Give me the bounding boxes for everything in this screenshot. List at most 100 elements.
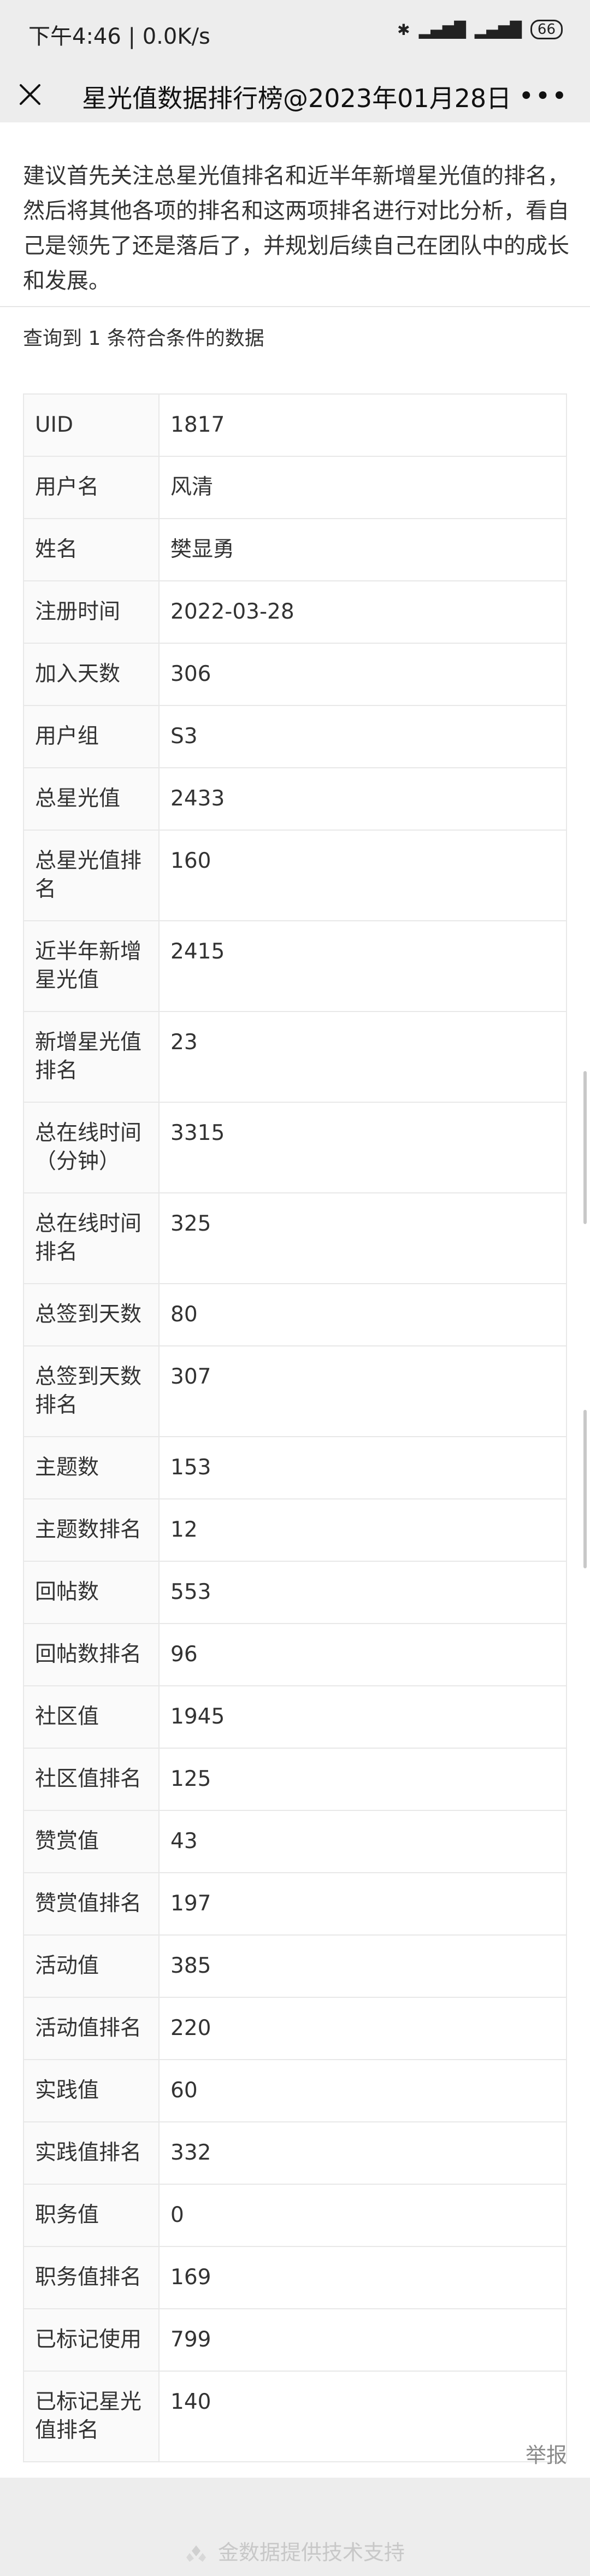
row-value: 2415 (158, 920, 567, 1012)
page-title: 星光值数据排行榜@2023年01月28日 (82, 84, 512, 113)
row-key: 实践值排名 (23, 2121, 160, 2185)
row-value: 3315 (158, 1102, 567, 1193)
row-key: 赞赏值排名 (23, 1872, 160, 1936)
row-value: 197 (158, 1872, 567, 1936)
scrollbar[interactable] (583, 1071, 587, 1224)
table-row: 赞赏值排名 197 (23, 1872, 567, 1936)
table-row: 职务值 0 (23, 2184, 567, 2247)
scrollbar[interactable] (583, 1410, 587, 1568)
table-row: 回帖数 553 (23, 1561, 567, 1624)
row-key: 近半年新增星光值 (23, 920, 160, 1012)
row-key: 总星光值排名 (23, 830, 160, 921)
table-row: 总签到天数排名 307 (23, 1345, 567, 1437)
row-value: 332 (158, 2121, 567, 2185)
row-key: 回帖数 (23, 1561, 160, 1624)
row-key: 实践值 (23, 2059, 160, 2122)
jinshuju-logo-icon (186, 2545, 206, 2562)
row-key: 加入天数 (23, 643, 160, 706)
row-value: 553 (158, 1561, 567, 1624)
table-row: 新增星光值排名 23 (23, 1011, 567, 1103)
row-value: 140 (158, 2371, 567, 2462)
row-value: 307 (158, 1345, 567, 1437)
row-value: 1817 (158, 393, 567, 457)
row-key: 用户名 (23, 456, 160, 519)
row-value: 160 (158, 830, 567, 921)
row-key: 新增星光值排名 (23, 1011, 160, 1103)
row-value: 风清 (158, 456, 567, 519)
query-result-count: 查询到 1 条符合条件的数据 (23, 327, 264, 350)
row-value: 2022-03-28 (158, 580, 567, 644)
battery-indicator: 66 (530, 20, 563, 39)
table-row: 总星光值 2433 (23, 767, 567, 831)
row-value: 1945 (158, 1685, 567, 1749)
table-row: 实践值 60 (23, 2059, 567, 2122)
table-row: 赞赏值 43 (23, 1810, 567, 1873)
table-row: 职务值排名 169 (23, 2246, 567, 2309)
result-table: UID 1817 用户名 风清 姓名 樊显勇 注册时间 2022-03-28 加入天数 306 用户… (23, 393, 567, 2462)
row-key: 总在线时间（分钟） (23, 1102, 160, 1193)
table-row: 主题数 153 (23, 1436, 567, 1499)
table-row: 注册时间 2022-03-28 (23, 580, 567, 644)
row-key: 主题数排名 (23, 1498, 160, 1562)
table-row: 姓名 樊显勇 (23, 518, 567, 581)
row-value: 樊显勇 (158, 518, 567, 581)
row-key: 用户组 (23, 705, 160, 768)
row-value: 306 (158, 643, 567, 706)
table-row: 加入天数 306 (23, 643, 567, 706)
table-row: 用户名 风清 (23, 456, 567, 519)
footer-text: 金数据提供技术支持 (218, 2540, 405, 2565)
table-row: 主题数排名 12 (23, 1498, 567, 1562)
table-row: 实践值排名 332 (23, 2121, 567, 2185)
table-row: 社区值排名 125 (23, 1748, 567, 1811)
table-row: 社区值 1945 (23, 1685, 567, 1749)
more-icon[interactable]: ••• (518, 81, 568, 111)
row-value: 125 (158, 1748, 567, 1811)
row-key: 姓名 (23, 518, 160, 581)
row-value: 169 (158, 2246, 567, 2309)
status-time: 下午4:46 | 0.0K/s (28, 24, 210, 49)
row-key: 活动值排名 (23, 1997, 160, 2060)
footer-credit: 金数据提供技术支持 (0, 2536, 590, 2566)
row-key: 活动值 (23, 1934, 160, 1998)
table-row: UID 1817 (23, 393, 567, 457)
row-value: 220 (158, 1997, 567, 2060)
table-row: 活动值 385 (23, 1934, 567, 1998)
table-row: 总在线时间排名 325 (23, 1192, 567, 1284)
row-key: 已标记星光值排名 (23, 2371, 160, 2462)
tip-text: 建议首先关注总星光值排名和近半年新增星光值的排名，然后将其他各项的排名和这两项排… (23, 163, 569, 293)
row-value: 385 (158, 1934, 567, 1998)
nav-bar: 星光值数据排行榜@2023年01月28日 ••• (0, 68, 590, 122)
row-key: 职务值排名 (23, 2246, 160, 2309)
table-row: 总签到天数 80 (23, 1283, 567, 1346)
row-key: 注册时间 (23, 580, 160, 644)
table-row: 已标记星光值排名 140 (23, 2371, 567, 2462)
table-row: 用户组 S3 (23, 705, 567, 768)
row-key: 社区值排名 (23, 1748, 160, 1811)
row-value: 799 (158, 2308, 567, 2372)
row-key: 主题数 (23, 1436, 160, 1499)
row-value: 325 (158, 1192, 567, 1284)
row-value: 60 (158, 2059, 567, 2122)
divider (0, 306, 590, 307)
row-key: 回帖数排名 (23, 1623, 160, 1686)
table-row: 近半年新增星光值 2415 (23, 920, 567, 1012)
row-value: 23 (158, 1011, 567, 1103)
table-row: 活动值排名 220 (23, 1997, 567, 2060)
table-row: 已标记使用 799 (23, 2308, 567, 2372)
row-value: 0 (158, 2184, 567, 2247)
row-value: 12 (158, 1498, 567, 1562)
status-icons: ✱ ▂▄▆█ ▂▄▆█ 66 (397, 20, 563, 39)
row-key: 职务值 (23, 2184, 160, 2247)
close-icon[interactable] (17, 82, 43, 107)
table-row: 总星光值排名 160 (23, 830, 567, 921)
table-row: 回帖数排名 96 (23, 1623, 567, 1686)
row-key: 总签到天数 (23, 1283, 160, 1346)
row-key: 社区值 (23, 1685, 160, 1749)
table-row: 总在线时间（分钟） 3315 (23, 1102, 567, 1193)
row-value: 96 (158, 1623, 567, 1686)
bluetooth-icon: ✱ (397, 20, 410, 39)
row-value: 153 (158, 1436, 567, 1499)
status-bar: 下午4:46 | 0.0K/s ✱ ▂▄▆█ ▂▄▆█ 66 (0, 0, 590, 68)
row-key: 总签到天数排名 (23, 1345, 160, 1437)
report-link[interactable]: 举报 (526, 2438, 567, 2468)
